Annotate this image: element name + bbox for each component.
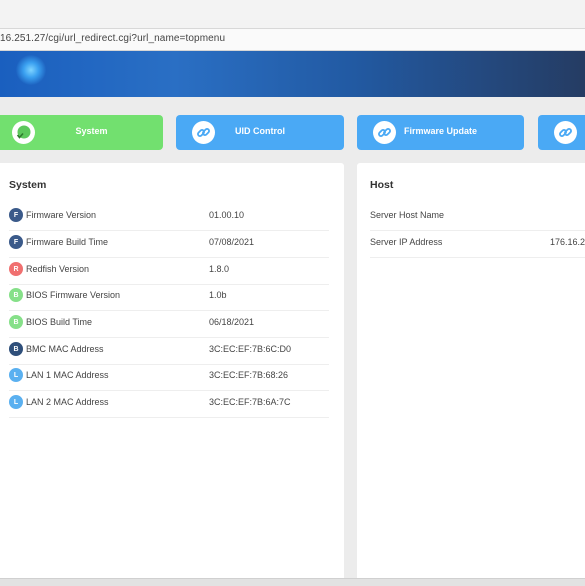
system-info-row: R Redfish Version 1.8.0 xyxy=(9,257,329,285)
row-label: BMC MAC Address xyxy=(26,344,104,354)
logo-glow-icon xyxy=(16,55,46,85)
host-panel: Host Server Host Name Server IP Address 17… xyxy=(357,163,585,583)
tile-uid-control[interactable]: UID Control xyxy=(176,115,344,150)
row-value: 06/18/2021 xyxy=(209,317,255,327)
system-info-row: F Firmware Version 01.00.10 xyxy=(9,203,329,231)
row-badge-icon: L xyxy=(9,368,23,382)
system-panel-title: System xyxy=(9,179,47,191)
system-info-row: F Firmware Build Time 07/08/2021 xyxy=(9,230,329,258)
row-label: Firmware Version xyxy=(26,210,97,220)
system-info-row: L LAN 2 MAC Address 3C:EC:EF:7B:6A:7C xyxy=(9,390,329,418)
row-value: 3C:EC:EF:7B:68:26 xyxy=(209,370,289,380)
row-label: LAN 2 MAC Address xyxy=(26,397,109,407)
row-label: Redfish Version xyxy=(26,264,90,274)
tile-firmware-update[interactable]: Firmware Update xyxy=(357,115,524,150)
host-info-row: Server IP Address 176.16.2 xyxy=(370,230,585,258)
row-badge-icon: B xyxy=(9,288,23,302)
row-value: 07/08/2021 xyxy=(209,237,255,247)
row-badge-icon: B xyxy=(9,315,23,329)
header-banner xyxy=(0,51,585,97)
row-label: BIOS Build Time xyxy=(26,317,93,327)
system-info-row: B BIOS Firmware Version 1.0b xyxy=(9,283,329,311)
tile-uid-control-label: UID Control xyxy=(235,126,285,136)
host-panel-title: Host xyxy=(370,179,394,191)
browser-tab-strip xyxy=(0,0,585,29)
row-value: 3C:EC:EF:7B:6C:D0 xyxy=(209,344,292,354)
link-icon xyxy=(554,121,577,144)
address-bar-url[interactable]: 16.251.27/cgi/url_redirect.cgi?url_name=… xyxy=(0,33,225,44)
tile-firmware-update-label: Firmware Update xyxy=(403,126,478,136)
row-label: Server Host Name xyxy=(370,210,445,220)
host-info-row: Server Host Name xyxy=(370,203,585,231)
row-label: Server IP Address xyxy=(370,237,443,247)
row-value: 1.0b xyxy=(209,290,227,300)
address-bar[interactable]: 16.251.27/cgi/url_redirect.cgi?url_name=… xyxy=(0,29,585,51)
tile-system[interactable]: System xyxy=(0,115,163,150)
row-badge-icon: R xyxy=(9,262,23,276)
row-badge-icon: L xyxy=(9,395,23,409)
row-badge-icon: F xyxy=(9,208,23,222)
row-label: Firmware Build Time xyxy=(26,237,109,247)
row-badge-icon: B xyxy=(9,342,23,356)
row-label: BIOS Firmware Version xyxy=(26,290,121,300)
system-info-row: B BMC MAC Address 3C:EC:EF:7B:6C:D0 xyxy=(9,337,329,365)
row-badge-icon: F xyxy=(9,235,23,249)
system-info-row: L LAN 1 MAC Address 3C:EC:EF:7B:68:26 xyxy=(9,363,329,391)
tile-next[interactable] xyxy=(538,115,585,150)
row-label: LAN 1 MAC Address xyxy=(26,370,109,380)
system-panel: System F Firmware Version 01.00.10 F Firmwar… xyxy=(0,163,344,583)
row-value: 176.16.2 xyxy=(550,237,585,247)
system-info-row: B BIOS Build Time 06/18/2021 xyxy=(9,310,329,338)
row-value: 3C:EC:EF:7B:6A:7C xyxy=(209,397,291,407)
row-value: 1.8.0 xyxy=(209,264,230,274)
tile-system-label: System xyxy=(75,126,108,136)
row-value: 01.00.10 xyxy=(209,210,245,220)
top-menu-tiles: System UID Control Firmware Update xyxy=(0,115,585,151)
